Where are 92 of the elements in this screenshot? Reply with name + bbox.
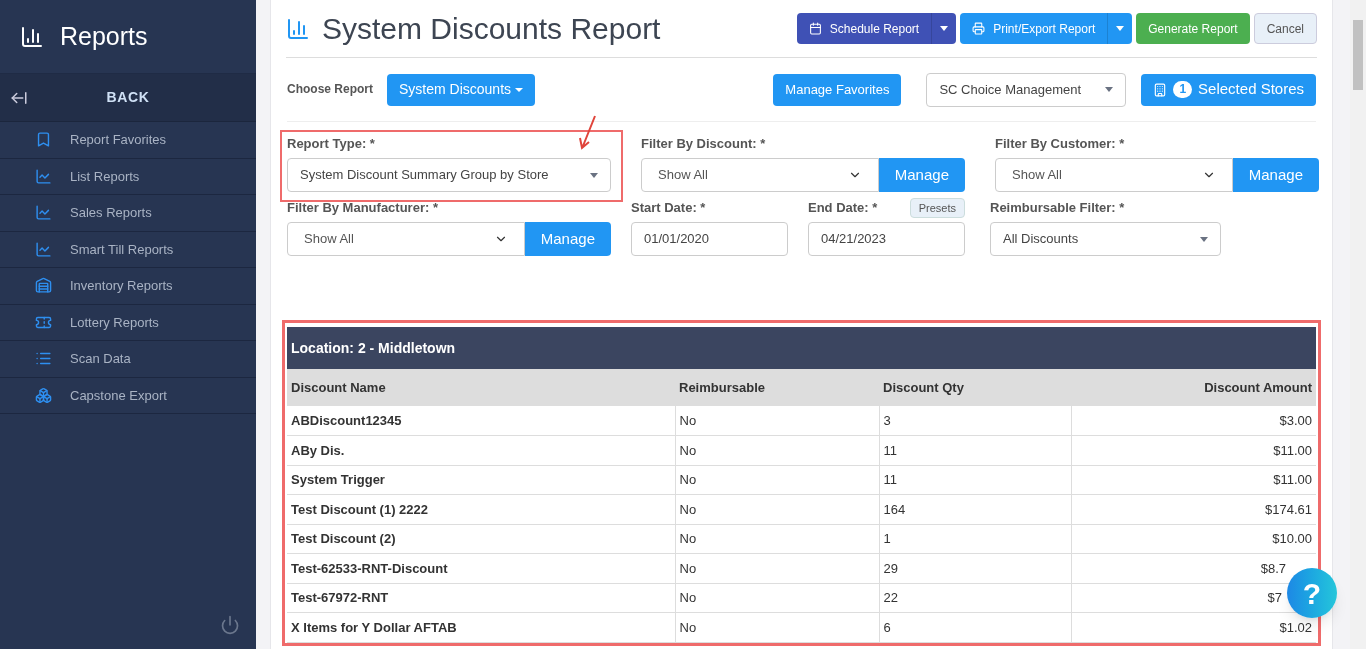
sidebar-item[interactable]: Lottery Reports (0, 304, 256, 341)
company-select[interactable]: SC Choice Management (926, 72, 1127, 107)
table-cell: Test-67972-RNT (287, 583, 675, 613)
caret-icon (1105, 87, 1114, 92)
shelf-icon (35, 277, 52, 295)
annotation-arrow (577, 114, 599, 152)
sidebar-item[interactable]: Report Favorites (0, 122, 256, 159)
field-label: Filter By Manufacturer: * (287, 199, 438, 218)
table-cell: 29 (879, 553, 1071, 583)
sidebar-item[interactable]: Inventory Reports (0, 268, 256, 305)
caret-icon (1116, 26, 1125, 31)
select-field[interactable]: System Discount Summary Group by Store (287, 158, 611, 192)
report-dropdown[interactable]: System Discounts (387, 73, 536, 106)
table-cell: 164 (879, 494, 1071, 524)
table-cell: No (675, 553, 879, 583)
table-cell: 1 (879, 524, 1071, 554)
date-field[interactable]: 01/01/2020 (631, 222, 788, 256)
schedule-report-button[interactable]: Schedule Report (796, 13, 932, 44)
column-header: Reimbursable (675, 369, 879, 406)
line-chart-icon (35, 204, 52, 222)
sidebar-item[interactable]: Capstone Export (0, 377, 256, 414)
table-cell: Test Discount (2) (287, 524, 675, 554)
cancel-button[interactable]: Cancel (1253, 13, 1317, 44)
manage-button[interactable]: Manage (524, 222, 611, 256)
table-cell: X Items for Y Dollar AFTAB (287, 612, 675, 642)
table-cell: $10.00 (1071, 524, 1316, 554)
back-button[interactable]: BACK (0, 74, 256, 122)
caret-icon (940, 26, 949, 31)
selected-stores-button[interactable]: 1 Selected Stores (1141, 73, 1316, 106)
sidebar-item[interactable]: Sales Reports (0, 195, 256, 232)
caret-icon (1200, 236, 1208, 242)
table-cell: $11.00 (1071, 465, 1316, 495)
table-cell: $11.00 (1071, 435, 1316, 465)
table-cell: No (675, 524, 879, 554)
table-cell: 6 (879, 612, 1071, 642)
table-cell: No (675, 406, 879, 436)
sidebar-title: Reports (60, 20, 148, 52)
field-label: Report Type: * (287, 135, 375, 154)
table-cell: 3 (879, 406, 1071, 436)
manage-button[interactable]: Manage (1232, 158, 1319, 192)
field-label: End Date: * (808, 199, 878, 218)
column-header: Discount Qty (879, 369, 1071, 406)
caret-icon (590, 172, 598, 178)
column-header: Discount Name (287, 369, 675, 406)
table-cell: Test Discount (1) 2222 (287, 494, 675, 524)
table-cell: System Trigger (287, 465, 675, 495)
table-cell: No (675, 465, 879, 495)
sidebar-item[interactable]: Scan Data (0, 341, 256, 378)
presets-button[interactable]: Presets (909, 197, 965, 219)
bookmark-icon (35, 131, 52, 149)
field-label: Reimbursable Filter: * (990, 199, 1125, 218)
location-header: Location: 2 - Middletown (287, 327, 1316, 369)
select-field[interactable]: All Discounts (990, 222, 1221, 256)
table-cell: No (675, 583, 879, 613)
select-field[interactable]: Show All (995, 158, 1233, 192)
calendar-icon (808, 22, 822, 35)
table-cell: No (675, 494, 879, 524)
table-cell: $174.61 (1071, 494, 1316, 524)
table-cell: ABDiscount12345 (287, 406, 675, 436)
line-chart-icon (35, 240, 52, 258)
dropdown-toggle[interactable] (1107, 13, 1133, 44)
table-cell: No (675, 435, 879, 465)
caret-icon (515, 87, 524, 92)
power-icon[interactable] (220, 615, 240, 635)
field-label: Filter By Discount: * (641, 135, 766, 154)
sidebar-item[interactable]: List Reports (0, 158, 256, 195)
table-cell: $3.00 (1071, 406, 1316, 436)
column-header: Discount Amount (1071, 369, 1316, 406)
field-label: Start Date: * (631, 199, 706, 218)
building-icon (1153, 82, 1168, 97)
date-field[interactable]: 04/21/2023 (808, 222, 965, 256)
table-cell: 22 (879, 583, 1071, 613)
dropdown-toggle[interactable] (931, 13, 957, 44)
choose-report-label: Choose Report (287, 81, 373, 98)
bar-chart-icon (286, 16, 310, 41)
sidebar-item[interactable]: Smart Till Reports (0, 231, 256, 268)
export-report-button[interactable]: Print/Export Report (960, 13, 1108, 44)
select-field[interactable]: Show All (287, 222, 525, 256)
table-cell: 11 (879, 435, 1071, 465)
field-label: Filter By Customer: * (995, 135, 1125, 154)
table-cell: ABy Dis. (287, 435, 675, 465)
line-chart-icon (35, 167, 52, 185)
cubes-icon (35, 386, 52, 404)
printer-icon (972, 22, 986, 35)
bar-chart-icon (20, 24, 44, 49)
page-title: System Discounts Report (322, 11, 661, 47)
manage-button[interactable]: Manage (878, 158, 965, 192)
table-cell: Test-62533-RNT-Discount (287, 553, 675, 583)
table-cell: 11 (879, 465, 1071, 495)
select-field[interactable]: Show All (641, 158, 879, 192)
table-cell: No (675, 612, 879, 642)
manage-favorites-button[interactable]: Manage Favorites (773, 73, 902, 106)
